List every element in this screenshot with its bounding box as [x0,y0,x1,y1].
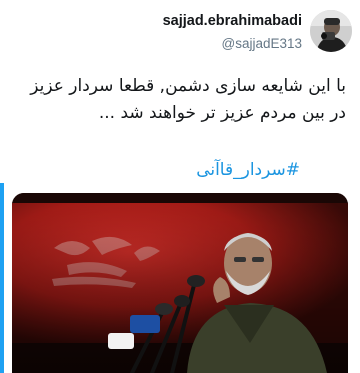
author-handle[interactable]: @sajjadE313 [163,34,302,54]
tweet-header: sajjad.ebrahimabadi @sajjadE313 [0,8,360,60]
tweet-card[interactable]: sajjad.ebrahimabadi @sajjadE313 با این ش… [0,0,360,373]
tweet-text-line-2: در بین مردم عزیز تر خواهند شد ... [98,103,346,123]
author-names[interactable]: sajjad.ebrahimabadi @sajjadE313 [163,12,302,54]
author-display-name[interactable]: sajjad.ebrahimabadi [163,12,302,31]
tweet-text-line-1: با این شایعه سازی دشمن, قطعا سردار عزیز [30,76,346,96]
quote-accent-bar [0,183,4,373]
avatar[interactable] [310,10,352,52]
hashtag-link[interactable]: #سردار_قاآنی [196,160,300,180]
tweet-media-photo[interactable] [12,193,348,373]
tweet-text: با این شایعه سازی دشمن, قطعا سردار عزیز … [14,73,346,127]
photo-icon [12,193,348,373]
avatar-icon [310,10,352,52]
